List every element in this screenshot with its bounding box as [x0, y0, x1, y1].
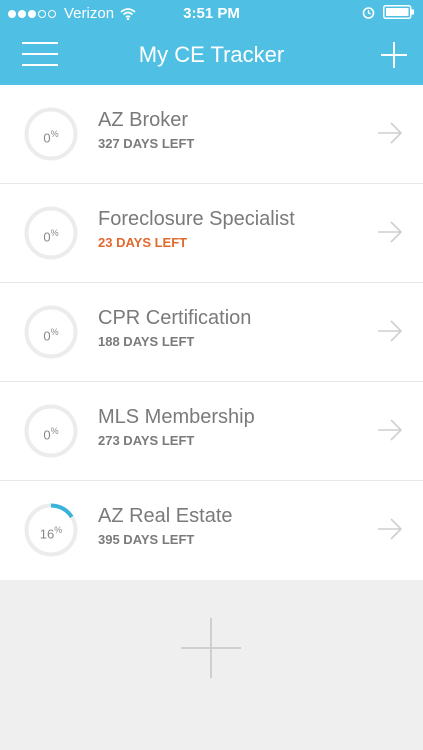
arrow-right-icon[interactable] [377, 419, 403, 441]
percent-symbol: % [50, 129, 59, 139]
status-right [362, 5, 415, 19]
percent-symbol: % [50, 327, 59, 337]
course-name: MLS Membership [98, 406, 255, 428]
progress-ring: 16% [24, 503, 78, 557]
course-row[interactable]: 0% MLS Membership 273 DAYS LEFT [0, 382, 423, 481]
progress-percent: 16 [39, 526, 55, 542]
arrow-right-icon[interactable] [377, 320, 403, 342]
percent-symbol: % [54, 525, 63, 535]
course-name: CPR Certification [98, 307, 252, 329]
days-left: 395 DAYS LEFT [98, 532, 195, 547]
percent-symbol: % [50, 228, 59, 238]
progress-percent: 0 [43, 427, 51, 443]
days-left: 23 DAYS LEFT [98, 235, 188, 250]
course-name: AZ Real Estate [98, 505, 233, 527]
header-bar: Verizon 3:51 PM My CE Tracker [0, 0, 423, 85]
percent-symbol: % [50, 426, 59, 436]
arrow-right-icon[interactable] [377, 122, 403, 144]
progress-percent: 0 [43, 328, 51, 344]
course-row[interactable]: 16% AZ Real Estate 395 DAYS LEFT [0, 481, 423, 580]
course-name: AZ Broker [98, 109, 189, 131]
status-bar: Verizon 3:51 PM [0, 0, 423, 28]
progress-ring: 0% [24, 404, 78, 458]
course-row[interactable]: 0% Foreclosure Specialist 23 DAYS LEFT [0, 184, 423, 283]
course-list: 0% AZ Broker 327 DAYS LEFT 0% Foreclosur… [0, 85, 423, 580]
progress-percent: 0 [43, 130, 51, 146]
add-icon[interactable] [381, 42, 407, 68]
add-course-button[interactable] [181, 618, 241, 678]
page-title: My CE Tracker [138, 42, 285, 67]
course-row[interactable]: 0% CPR Certification 188 DAYS LEFT [0, 283, 423, 382]
battery-icon [383, 5, 414, 19]
progress-percent: 0 [43, 229, 51, 245]
status-time: 3:51 PM [183, 5, 240, 22]
days-left: 188 DAYS LEFT [98, 334, 195, 349]
progress-ring: 0% [24, 305, 78, 359]
course-name: Foreclosure Specialist [98, 208, 295, 230]
progress-ring: 0% [24, 107, 78, 161]
days-left: 273 DAYS LEFT [98, 433, 195, 448]
days-left: 327 DAYS LEFT [98, 136, 195, 151]
arrow-right-icon[interactable] [377, 221, 403, 243]
course-row[interactable]: 0% AZ Broker 327 DAYS LEFT [0, 85, 423, 184]
alarm-icon [362, 6, 375, 19]
arrow-right-icon[interactable] [377, 518, 403, 540]
progress-ring: 0% [24, 206, 78, 260]
